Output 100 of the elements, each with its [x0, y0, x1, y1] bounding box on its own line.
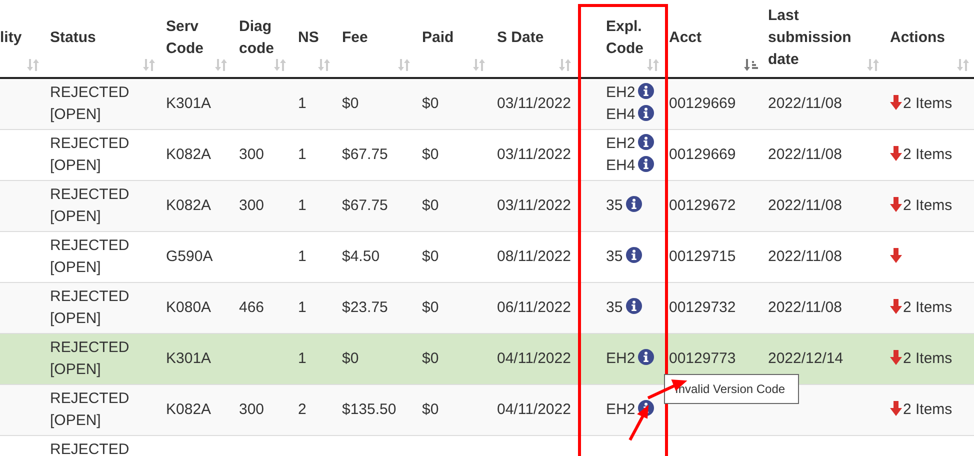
explanation-code: EH2: [606, 84, 636, 101]
column-header: Serv Code: [166, 17, 204, 60]
column-header: Actions: [890, 28, 946, 48]
table-cell-text: 03/11/2022: [497, 145, 572, 165]
table-cell-text: 1: [298, 298, 308, 318]
table-cell-text: $0: [422, 94, 440, 114]
table-cell-text: 00129732: [669, 298, 737, 318]
info-icon[interactable]: [638, 83, 654, 99]
table-cell-text: 1: [298, 145, 308, 165]
table-cell-text: 06/11/2022: [497, 298, 572, 318]
table-cell-text: $0: [422, 196, 440, 216]
table-cell-text: 300: [239, 145, 266, 165]
actions-text[interactable]: 2 Items: [903, 401, 952, 418]
column-header: S Date: [497, 28, 544, 48]
table-cell-text: 04/11/2022: [497, 349, 572, 369]
info-icon[interactable]: [638, 349, 654, 365]
table-cell-text: 2022/11/08: [768, 196, 843, 216]
table-row[interactable]: REJECTED [OPEN] K082A 300 1 $67.75 $0 03/11/2022 35 00129672 2022/11/08 2 Items: [0, 180, 974, 232]
explanation-code: EH2: [606, 350, 636, 367]
table-cell-text: REJECTED [OPEN]: [50, 83, 130, 125]
table-cell-text: G590A: [166, 247, 214, 267]
info-icon[interactable]: [638, 134, 654, 150]
down-arrow-icon[interactable]: [890, 146, 902, 161]
explanation-code: 35: [606, 197, 623, 214]
down-arrow-icon[interactable]: [890, 197, 902, 212]
table-cell-text: 00129773: [669, 349, 737, 369]
actions-text[interactable]: 2 Items: [903, 146, 952, 163]
table-cell-text: $23.75: [342, 298, 389, 318]
info-icon[interactable]: [638, 105, 654, 121]
table-cell-text: REJECTED [OPEN]: [50, 287, 130, 329]
down-arrow-icon[interactable]: [890, 401, 902, 416]
actions-text[interactable]: 2 Items: [903, 95, 952, 112]
down-arrow-icon[interactable]: [890, 350, 902, 365]
table-cell-text: 08/11/2022: [497, 247, 572, 267]
table-cell-text: REJECTED [OPEN]: [50, 185, 130, 227]
table-row[interactable]: REJECTED: [0, 436, 974, 456]
table-cell-text: 1: [298, 349, 308, 369]
table-cell-text: 03/11/2022: [497, 94, 572, 114]
actions-text[interactable]: 2 Items: [903, 197, 952, 214]
table-cell-text: REJECTED [OPEN]: [50, 389, 130, 431]
table-row[interactable]: REJECTED [OPEN] K080A 466 1 $23.75 $0 06/11/2022 35 00129732 2022/11/08 2 Items: [0, 282, 974, 334]
table-cell-text: 2022/11/08: [768, 298, 843, 318]
down-arrow-icon[interactable]: [890, 299, 902, 314]
table-cell-text: 00129669: [669, 145, 737, 165]
table-cell-text: 300: [239, 196, 266, 216]
table-cell-text: 300: [239, 400, 266, 420]
info-icon[interactable]: [626, 298, 642, 314]
info-icon[interactable]: [638, 156, 654, 172]
table-cell-text: REJECTED [OPEN]: [50, 338, 130, 380]
table-row[interactable]: REJECTED [OPEN] K082A 300 1 $67.75 $0 03/11/2022 EH2 EH4 00129669 2022/11/08 2 Items: [0, 130, 974, 180]
table-row[interactable]: REJECTED [OPEN] G590A 1 $4.50 $0 08/11/2022 35 00129715 2022/11/08: [0, 232, 974, 282]
table-cell-text: K301A: [166, 349, 212, 369]
table-cell-text: 03/11/2022: [497, 196, 572, 216]
table-cell-text: REJECTED: [50, 440, 130, 456]
down-arrow-icon[interactable]: [890, 95, 902, 110]
explanation-code: EH4: [606, 157, 636, 174]
table-cell-text: $4.50: [342, 247, 381, 267]
table-row[interactable]: REJECTED [OPEN] K301A 1 $0 $0 03/11/2022 EH2 EH4 00129669 2022/11/08 2 Items: [0, 78, 974, 130]
table-cell-text: K301A: [166, 94, 212, 114]
table-cell-text: K082A: [166, 400, 212, 420]
table-cell-text: REJECTED [OPEN]: [50, 134, 130, 176]
table-cell-text: $0: [422, 349, 440, 369]
sort-descending-icon[interactable]: [744, 57, 758, 73]
table-cell-text: K082A: [166, 145, 212, 165]
table-cell-text: $67.75: [342, 145, 389, 165]
explanation-code: 35: [606, 299, 623, 316]
table-cell-text: 00129669: [669, 94, 737, 114]
explanation-code: EH2: [606, 135, 636, 152]
table-cell-text: 2022/11/08: [768, 145, 843, 165]
down-arrow-icon[interactable]: [890, 248, 902, 263]
actions-text[interactable]: 2 Items: [903, 299, 952, 316]
table-cell-text: $67.75: [342, 196, 389, 216]
explanation-code: EH4: [606, 106, 636, 123]
actions-text[interactable]: 2 Items: [903, 350, 952, 367]
table-cell-text: 00129672: [669, 196, 737, 216]
table-cell-text: 04/11/2022: [497, 400, 572, 420]
column-header: Diag code: [239, 17, 276, 60]
explanation-code: 35: [606, 248, 623, 265]
info-icon[interactable]: [626, 196, 642, 212]
table-cell-text: 2022/11/08: [768, 94, 843, 114]
column-header: Acct: [669, 28, 702, 48]
column-header: Paid: [422, 28, 454, 48]
table-cell-text: $0: [342, 349, 360, 369]
column-header: lity: [0, 28, 22, 48]
table-cell-text: 466: [239, 298, 266, 318]
explanation-code: EH2: [606, 401, 636, 418]
table-cell-text: $0: [342, 94, 360, 114]
table-cell-text: $0: [422, 145, 440, 165]
column-header: NS: [298, 28, 319, 48]
table-cell-text: 1: [298, 94, 308, 114]
column-header: Fee: [342, 28, 368, 48]
column-header: Expl. Code: [606, 17, 644, 60]
table-cell-text: 2: [298, 400, 308, 420]
table-cell-text: 00129715: [669, 247, 737, 267]
table-cell-text: REJECTED [OPEN]: [50, 236, 130, 278]
info-icon[interactable]: [626, 247, 642, 263]
table-cell-text: K080A: [166, 298, 212, 318]
table-cell-text: 1: [298, 247, 308, 267]
table-cell-text: 1: [298, 196, 308, 216]
column-header: Last submission date: [768, 6, 852, 70]
